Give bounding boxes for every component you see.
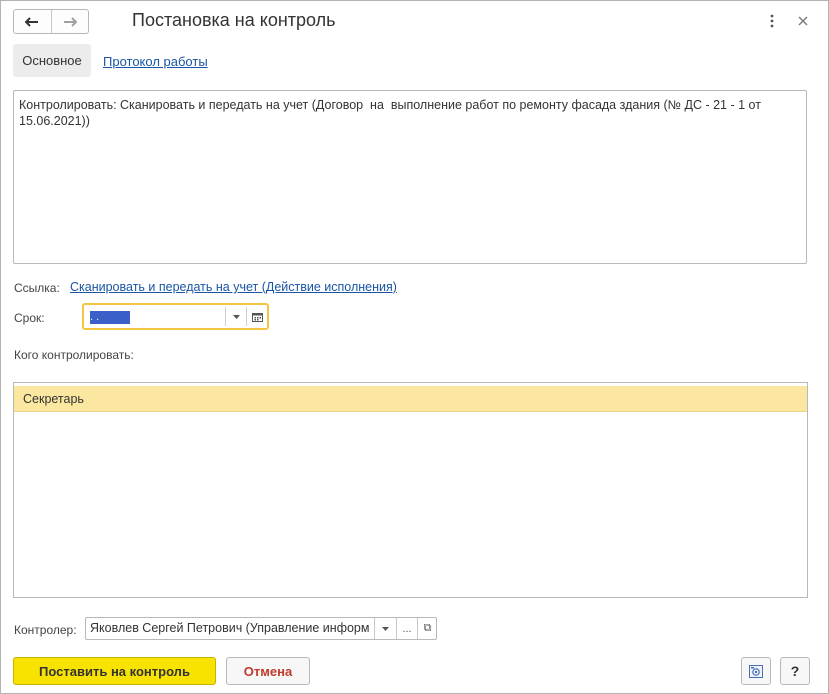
controller-label: Контролер:: [14, 623, 77, 637]
cancel-button[interactable]: Отмена: [226, 657, 310, 685]
arrow-left-icon: [25, 16, 39, 27]
deadline-date-value[interactable]: . .: [90, 311, 130, 324]
controller-value[interactable]: Яковлев Сергей Петрович (Управление инфо…: [90, 618, 372, 639]
help-button[interactable]: ?: [780, 657, 810, 685]
controller-field[interactable]: Яковлев Сергей Петрович (Управление инфо…: [85, 617, 437, 640]
controller-select-button[interactable]: ...: [396, 618, 417, 639]
tab-main[interactable]: Основное: [13, 44, 91, 77]
whom-label: Кого контролировать:: [14, 348, 134, 362]
chevron-down-icon: [232, 314, 240, 319]
controller-dropdown-button[interactable]: [374, 618, 396, 639]
back-button[interactable]: [14, 10, 51, 33]
close-icon: [798, 16, 808, 26]
close-button[interactable]: [796, 13, 810, 29]
more-menu-button[interactable]: [765, 13, 779, 29]
arrow-right-icon: [63, 16, 77, 27]
kebab-icon: [770, 14, 774, 28]
tab-protocol[interactable]: Протокол работы: [103, 54, 208, 69]
deadline-calendar-button[interactable]: [246, 307, 267, 326]
list-item[interactable]: Секретарь: [14, 386, 807, 412]
deadline-dropdown-button[interactable]: [225, 307, 246, 326]
deadline-label: Срок:: [14, 311, 45, 325]
forward-button[interactable]: [50, 10, 89, 33]
camera-icon: [749, 664, 763, 678]
link-value[interactable]: Сканировать и передать на учет (Действие…: [70, 280, 397, 294]
submit-control-button[interactable]: Поставить на контроль: [13, 657, 216, 685]
dialog-window: Постановка на контроль Основное Протокол…: [0, 0, 829, 694]
deadline-date-field[interactable]: . .: [82, 303, 269, 330]
navigation-buttons: [13, 9, 89, 34]
controller-open-button[interactable]: ⧉: [417, 618, 437, 639]
control-description-textarea[interactable]: Контролировать: Сканировать и передать н…: [13, 90, 807, 264]
screenshot-button[interactable]: [741, 657, 771, 685]
chevron-down-icon: [382, 626, 389, 631]
link-label: Ссылка:: [14, 281, 60, 295]
dialog-title: Постановка на контроль: [132, 10, 336, 30]
calendar-icon: [251, 312, 263, 322]
whom-list[interactable]: Секретарь: [13, 382, 808, 598]
